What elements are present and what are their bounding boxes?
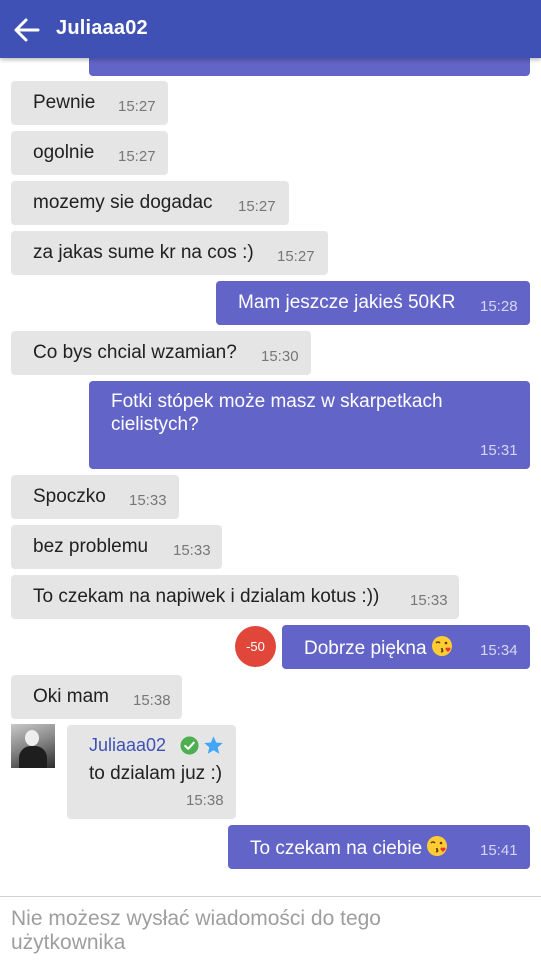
- message-bubble-incoming-with-sender: Juliaaa02 to dzialam juz :) 15:38: [67, 725, 236, 819]
- message-text: Co bys chcial wzamian?: [33, 342, 237, 363]
- message-bubble-outgoing: Dobrze piękna 15:34: [282, 625, 530, 669]
- message-time: 15:38: [186, 792, 224, 809]
- message-time: 15:28: [480, 298, 518, 315]
- message-bubble-incoming: za jakas sume kr na cos :) 15:27: [11, 231, 328, 275]
- avatar-head: [25, 730, 39, 746]
- message-text-content: Dobrze piękna: [304, 638, 427, 659]
- message-time: 15:34: [480, 642, 518, 659]
- message-text: Pewnie: [33, 92, 96, 113]
- message-time: 15:31: [480, 442, 518, 459]
- composer-disabled-notice: Nie możesz wysłać wiadomości do tego uży…: [0, 896, 541, 961]
- message-text: Mam jeszcze jakieś 50KR: [238, 292, 456, 313]
- message-time: 15:38: [133, 692, 171, 709]
- message-text: ogolnie: [33, 142, 95, 163]
- avatar-body: [19, 746, 47, 768]
- message-time: 15:30: [261, 348, 299, 365]
- message-text-line: cielistych?: [111, 414, 199, 435]
- sender-avatar[interactable]: [11, 724, 55, 768]
- message-bubble-outgoing: Mam jeszcze jakieś 50KR 15:28: [216, 281, 530, 325]
- message-text: za jakas sume kr na cos :): [33, 242, 254, 263]
- message-time: 15:27: [118, 148, 156, 165]
- message-bubble-incoming: Spoczko 15:33: [11, 475, 179, 519]
- message-text: To czekam na ciebie: [250, 835, 448, 861]
- message-time: 15:41: [480, 842, 518, 859]
- star-icon: [204, 736, 223, 754]
- message-text: Dobrze piękna: [304, 635, 453, 661]
- message-text: to dzialam juz :): [89, 763, 223, 784]
- message-time: 15:27: [277, 248, 315, 265]
- tip-amount-badge: -50: [235, 626, 276, 667]
- sender-name[interactable]: Juliaaa02: [89, 733, 166, 757]
- message-bubble-outgoing: To czekam na ciebie 15:41: [228, 825, 530, 869]
- message-time: 15:33: [173, 542, 211, 559]
- message-bubble-incoming: mozemy sie dogadac 15:27: [11, 181, 289, 225]
- message-bubble-outgoing: Fotki stópek może masz w skarpetkach cie…: [89, 381, 530, 469]
- message-bubble-incoming: To czekam na napiwek i dzialam kotus :))…: [11, 575, 459, 619]
- message-text: To czekam na napiwek i dzialam kotus :)): [33, 586, 380, 607]
- message-text-content: To czekam na ciebie: [250, 838, 423, 859]
- message-text-line: Fotki stópek może masz w skarpetkach: [111, 391, 443, 412]
- message-text: mozemy sie dogadac: [33, 192, 213, 213]
- message-bubble-incoming: Pewnie 15:27: [11, 81, 168, 125]
- message-time: 15:33: [410, 592, 448, 609]
- message-text: Spoczko: [33, 486, 106, 507]
- message-time: 15:27: [238, 198, 276, 215]
- message-bubble-incoming: Oki mam 15:38: [11, 675, 182, 719]
- message-bubble-incoming: ogolnie 15:27: [11, 131, 168, 175]
- app-bar: Juliaaa02: [0, 0, 541, 58]
- arrow-left-icon[interactable]: [12, 16, 42, 44]
- kiss-emoji: [431, 636, 452, 656]
- message-bubble-outgoing-partial: [89, 58, 530, 76]
- message-text: bez problemu: [33, 536, 149, 557]
- message-text: Oki mam: [33, 686, 109, 707]
- cannot-send-message-notice: Nie możesz wysłać wiadomości do tego uży…: [11, 907, 381, 954]
- message-bubble-incoming: bez problemu 15:33: [11, 525, 222, 569]
- kiss-emoji: [427, 836, 448, 856]
- message-list[interactable]: Pewnie 15:27 ogolnie 15:27 mozemy sie do…: [0, 58, 541, 896]
- chat-title: Juliaaa02: [56, 17, 148, 39]
- message-time: 15:27: [118, 98, 156, 115]
- message-time: 15:33: [129, 492, 167, 509]
- verified-check-icon: [180, 736, 199, 755]
- message-bubble-incoming: Co bys chcial wzamian? 15:30: [11, 331, 311, 375]
